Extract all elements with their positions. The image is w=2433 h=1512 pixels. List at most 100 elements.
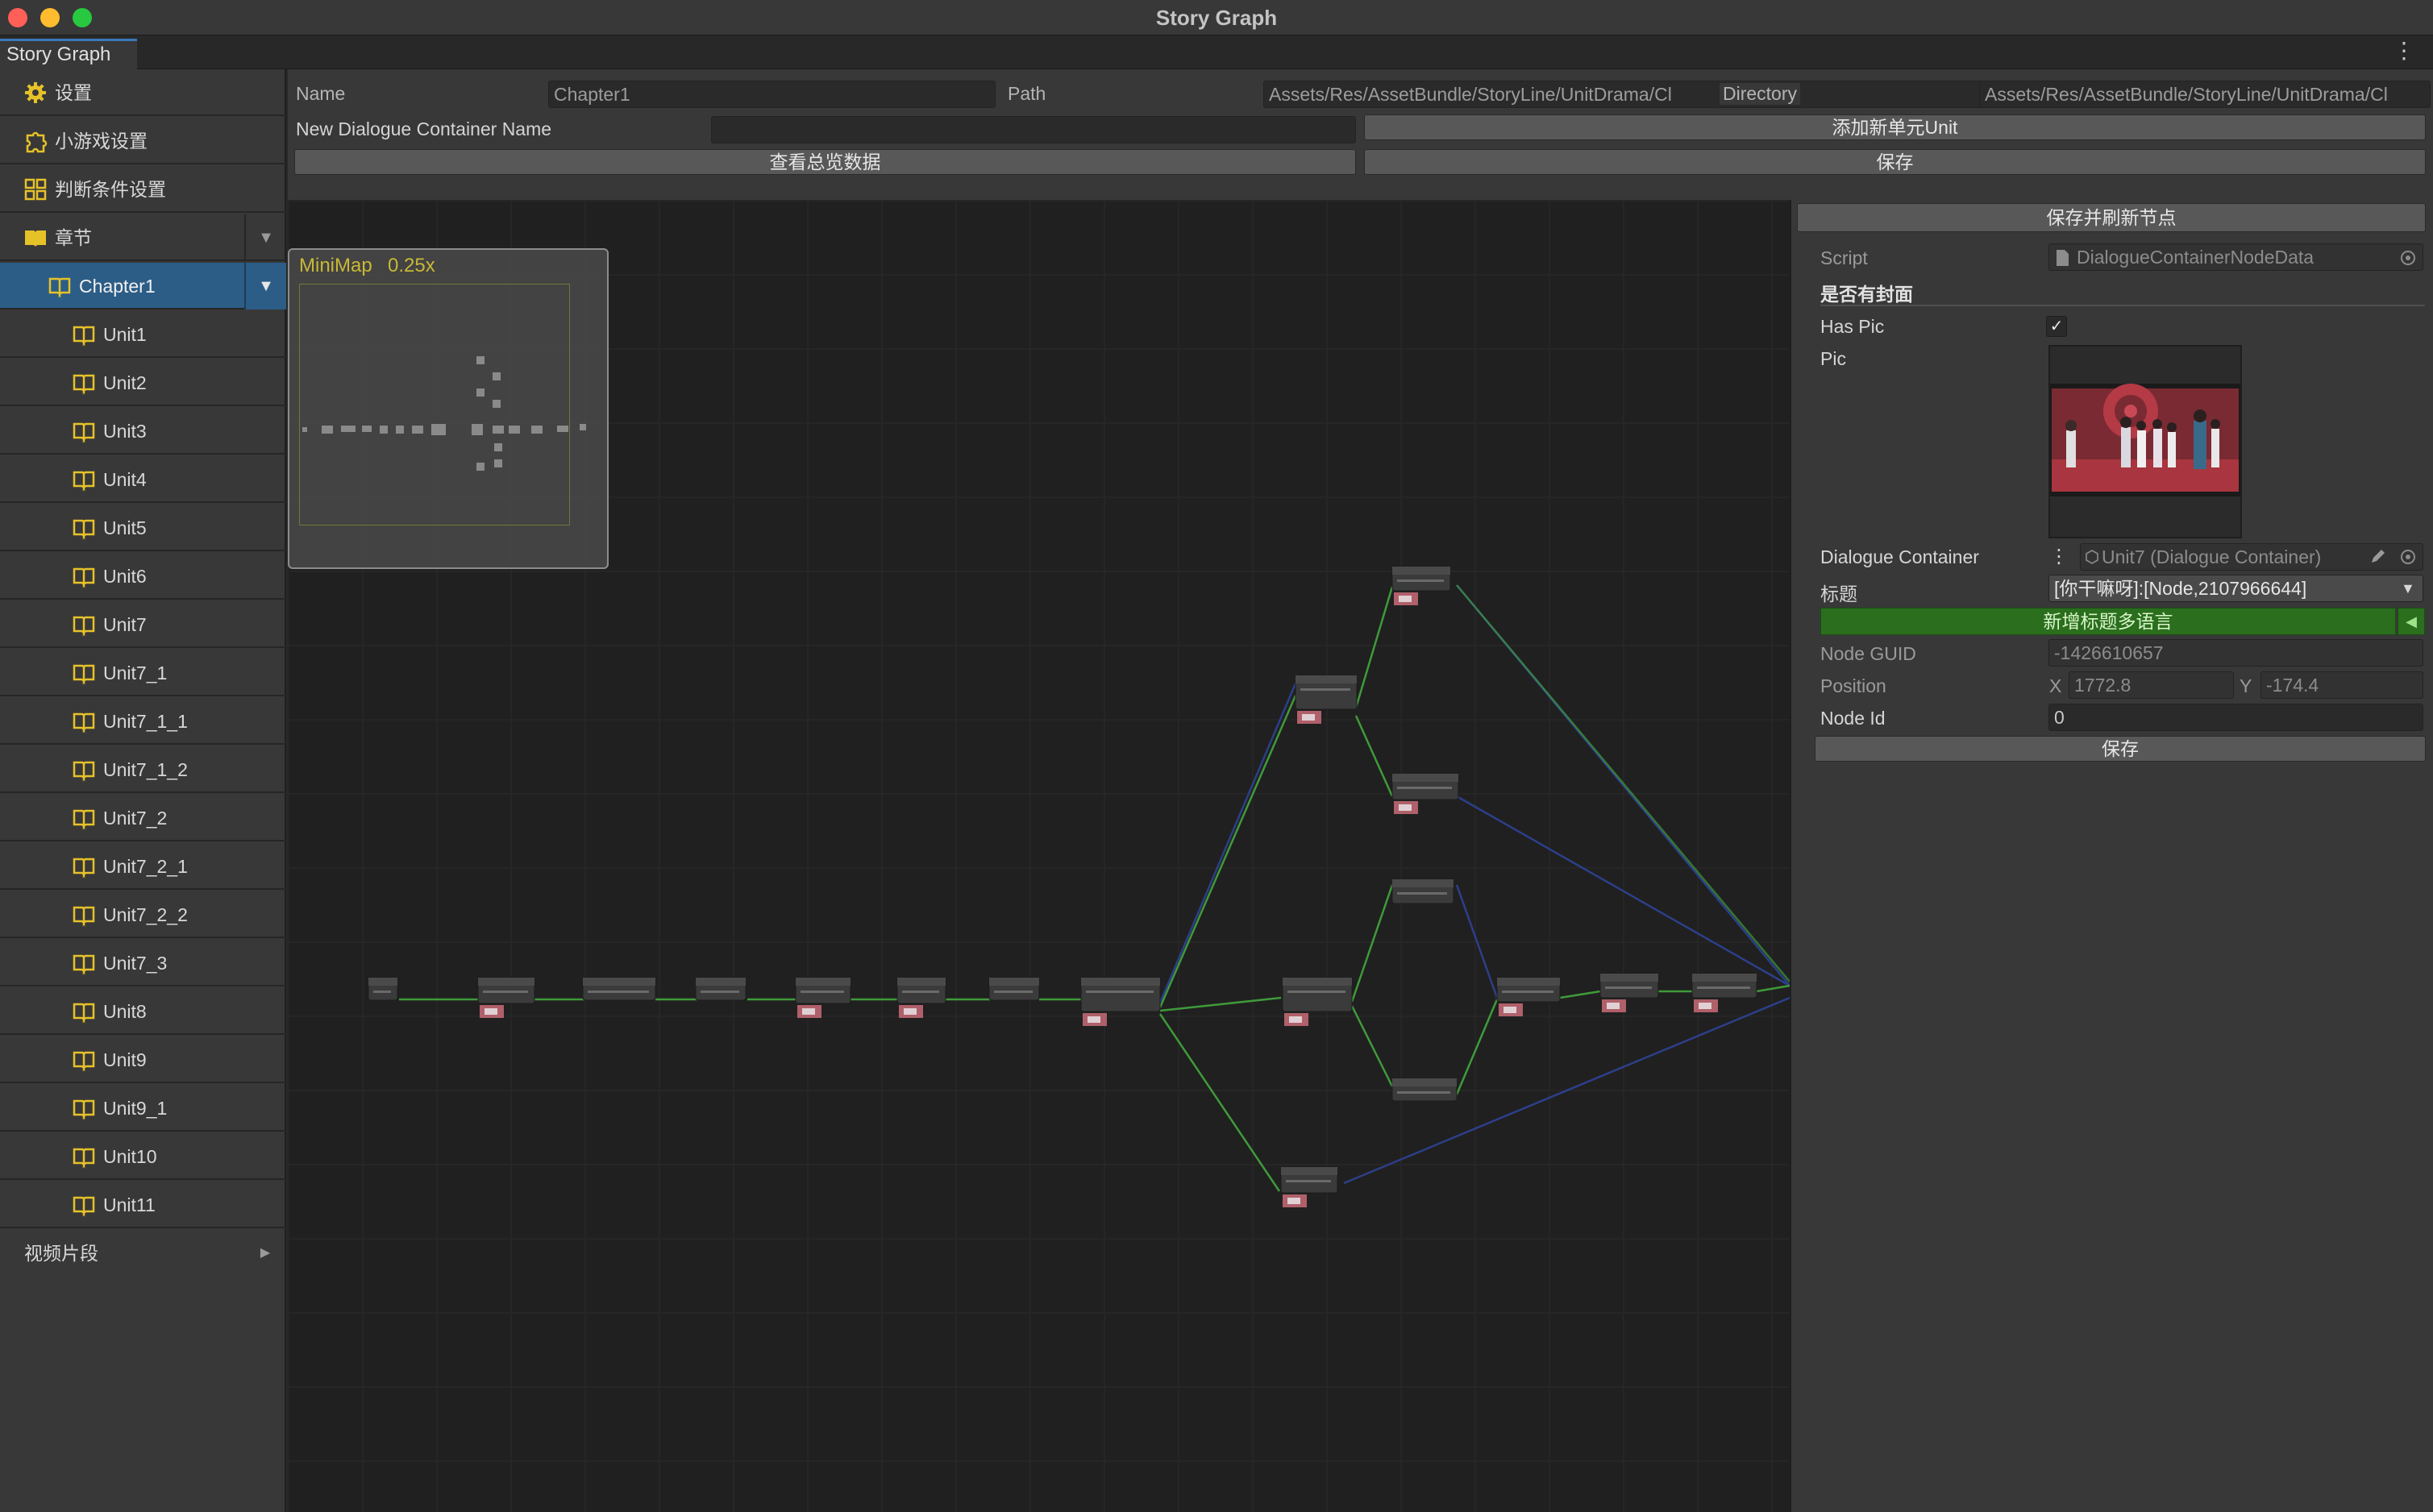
view-overview-button[interactable]: 查看总览数据 [294,149,1356,175]
sidebar-item-label: Unit7_2_2 [103,904,188,925]
minimap-node [509,426,520,434]
sidebar-item-unit[interactable]: Unit9_1 [0,1085,286,1132]
target-icon[interactable] [2399,548,2417,566]
collapse-arrow-icon[interactable]: ◀ [2398,608,2425,635]
sidebar-item-unit[interactable]: Unit7 [0,601,286,648]
sidebar-item-unit[interactable]: Unit9 [0,1036,286,1083]
title-dropdown[interactable]: [你干嘛呀]:[Node,2107966644] [2048,575,2423,602]
graph-canvas[interactable]: MiniMap 0.25x [288,200,1790,1512]
chevron-down-icon[interactable]: ▼ [244,263,286,309]
position-label: Position [1820,675,1886,696]
minimap-node [341,426,356,432]
graph-node[interactable] [1295,675,1358,724]
graph-node[interactable] [1599,973,1659,1012]
sidebar-item-unit[interactable]: Unit10 [0,1133,286,1180]
tab-story-graph[interactable]: Story Graph [0,39,137,69]
graph-node[interactable] [582,977,656,1001]
graph-node[interactable] [896,977,946,1018]
sidebar-item-unit[interactable]: Unit5 [0,505,286,551]
sidebar-item-label: 设置 [55,82,92,103]
name-field[interactable]: Chapter1 [548,81,996,108]
book-open-icon [73,374,95,395]
minimap-node [362,426,372,432]
edge [1559,990,1601,999]
sidebar-item-unit[interactable]: Unit3 [0,408,286,455]
sidebar-item-unit[interactable]: Unit7_2_1 [0,843,286,890]
graph-node[interactable] [1391,566,1451,605]
sidebar-item-unit[interactable]: Unit8 [0,988,286,1035]
node-id-field[interactable]: 0 [2048,704,2423,731]
sidebar-item-unit[interactable]: Unit7_2 [0,795,286,841]
position-x-field[interactable]: 1772.8 [2069,671,2234,699]
graph-node[interactable] [1496,977,1561,1016]
position-y-field[interactable]: -174.4 [2260,671,2423,699]
minimap-title: MiniMap [299,255,372,276]
save-refresh-button[interactable]: 保存并刷新节点 [1797,203,2426,232]
sidebar-item-chapter1[interactable]: Chapter1 ▼ [0,263,286,309]
inspector-save-button[interactable]: 保存 [1815,736,2426,762]
script-file-icon [2057,250,2069,266]
sidebar-item-unit[interactable]: Unit1 [0,311,286,358]
graph-node[interactable] [795,977,851,1018]
sidebar-item-settings[interactable]: 设置 [0,69,286,116]
sidebar-item-label: Unit11 [103,1194,156,1215]
edge [1354,715,1394,797]
pencil-icon[interactable] [2369,546,2388,566]
new-container-label: New Dialogue Container Name [296,118,552,139]
sidebar-item-unit[interactable]: Unit7_3 [0,940,286,987]
sidebar-item-unit[interactable]: Unit11 [0,1182,286,1228]
new-container-name-input[interactable] [711,116,1356,143]
minimap[interactable]: MiniMap 0.25x [288,248,609,569]
sidebar-item-unit[interactable]: Unit7_1 [0,650,286,696]
graph-node[interactable] [1391,773,1459,814]
path-field[interactable]: Assets/Res/AssetBundle/StoryLine/UnitDra… [1263,81,2003,108]
sidebar-item-unit[interactable]: Unit7_2_2 [0,891,286,938]
minimap-zoom: 0.25x [388,255,435,276]
graph-node[interactable] [1080,977,1161,1026]
save-button[interactable]: 保存 [1364,149,2426,175]
graph-node[interactable] [1691,973,1757,1012]
graph-node[interactable] [477,977,535,1018]
graph-node[interactable] [1391,879,1454,904]
graph-node[interactable] [1282,977,1353,1026]
has-pic-checkbox[interactable]: ✓ [2046,316,2067,337]
node-guid-field[interactable]: -1426610657 [2048,639,2423,667]
pic-preview[interactable] [2048,345,2242,538]
add-title-language-button[interactable]: 新增标题多语言 [1820,608,2396,635]
sidebar-item-unit[interactable]: Unit2 [0,359,286,406]
node-guid-label: Node GUID [1820,643,1916,664]
sidebar-item-unit[interactable]: Unit4 [0,456,286,503]
add-unit-button[interactable]: 添加新单元Unit [1364,114,2426,140]
script-field[interactable]: DialogueContainerNodeData [2048,243,2423,271]
chevron-right-icon[interactable]: ▶ [244,1230,286,1277]
sidebar-item-minigame[interactable]: 小游戏设置 [0,118,286,164]
more-options-icon[interactable]: ⋮ [2049,545,2069,568]
dialogue-container-value: Unit7 (Dialogue Container) [2102,546,2322,567]
sidebar-item-chapters[interactable]: 章节 ▼ [0,214,286,261]
minimap-node [557,426,568,432]
minimap-node [431,424,446,435]
sidebar-item-video[interactable]: 视频片段 ▶ [0,1230,286,1277]
chevron-down-icon[interactable]: ▼ [2401,580,2415,597]
sidebar-item-label: 章节 [55,227,92,248]
target-icon[interactable] [2399,249,2417,267]
graph-node[interactable] [988,977,1040,1001]
sidebar-item-unit[interactable]: Unit6 [0,553,286,600]
chevron-down-icon[interactable]: ▼ [244,214,286,261]
sidebar-item-unit[interactable]: Unit7_1_1 [0,698,286,745]
more-options-icon[interactable]: ⋮ [2393,37,2415,64]
book-open-icon [73,1148,95,1169]
graph-node[interactable] [1280,1166,1338,1207]
edge [1350,884,1394,1003]
sidebar-item-label: Unit2 [103,372,147,393]
sidebar-item-unit[interactable]: Unit7_1_2 [0,746,286,793]
sidebar-item-conditions[interactable]: 判断条件设置 [0,166,286,213]
directory-field[interactable]: Assets/Res/AssetBundle/StoryLine/UnitDra… [1979,81,2431,108]
sidebar-item-label: Unit7_2_1 [103,856,188,877]
graph-node[interactable] [695,977,747,1001]
sidebar-item-label: Chapter1 [79,276,156,297]
graph-node[interactable] [1391,1078,1458,1102]
graph-node[interactable] [368,977,398,1001]
minimap-viewport[interactable] [299,284,570,525]
book-open-icon [73,664,95,685]
